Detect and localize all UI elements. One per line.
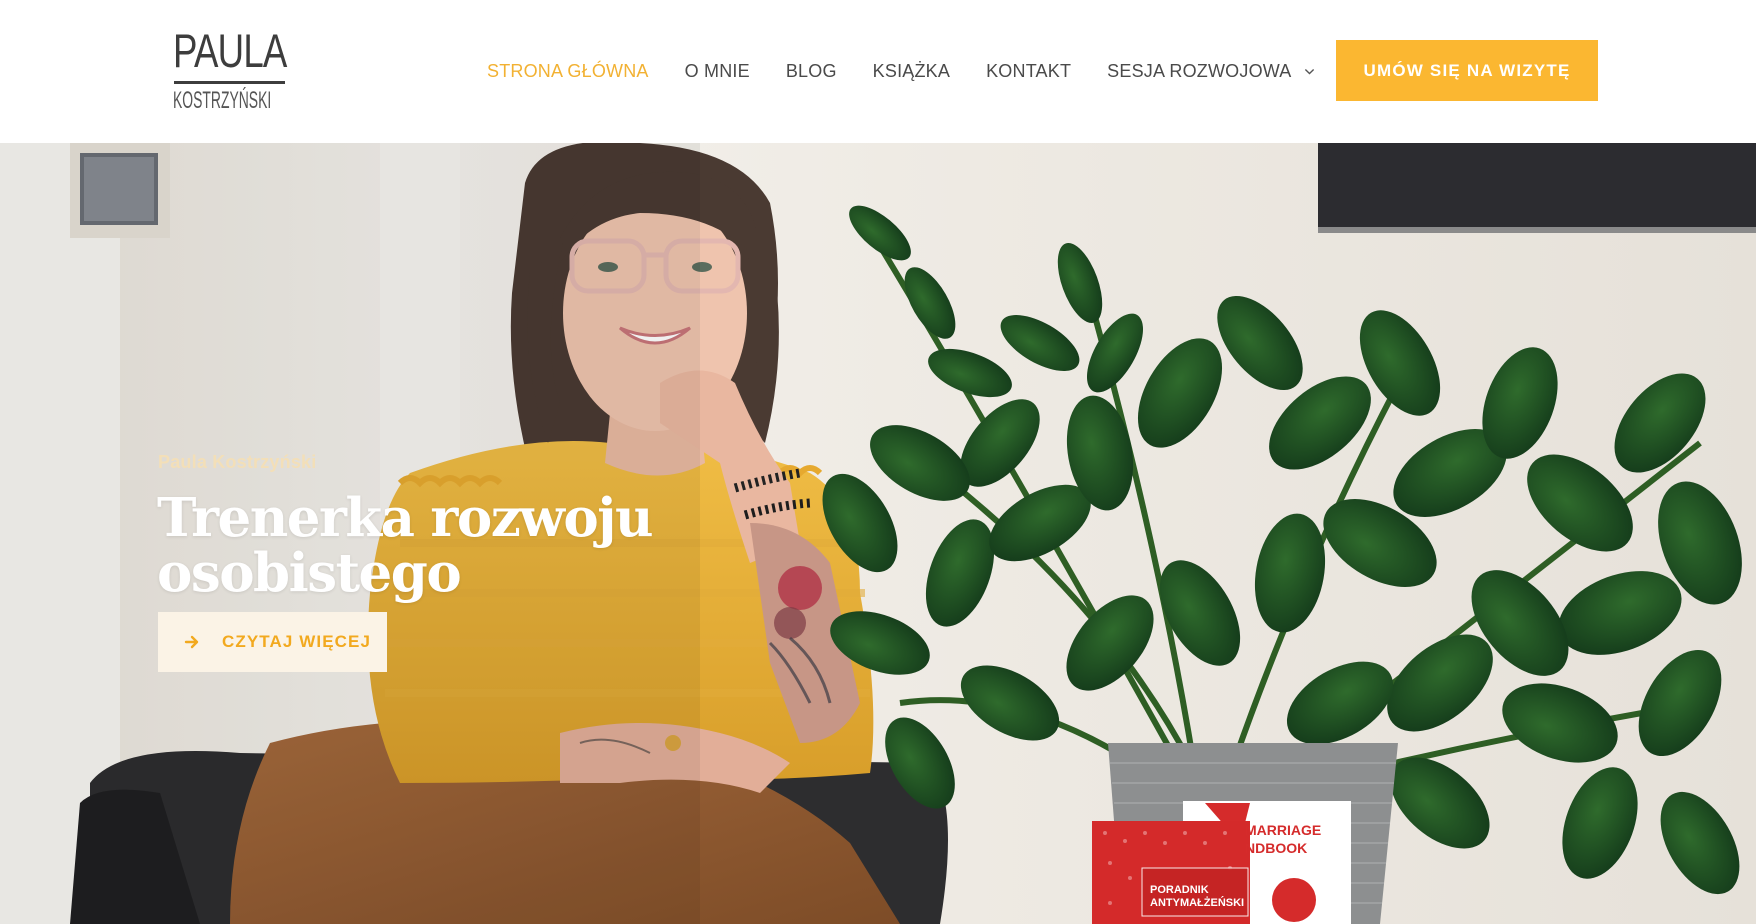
site-logo[interactable]: PAULA KOSTRZYŃSKI [173, 24, 287, 116]
nav-item-home[interactable]: STRONA GŁÓWNA [487, 61, 649, 82]
main-nav: STRONA GŁÓWNA O MNIE BLOG KSIĄŻKA KONTAK… [487, 57, 1351, 85]
nav-item-book[interactable]: KSIĄŻKA [873, 61, 950, 82]
hero-eyebrow: Paula Kostrzyński [158, 452, 317, 472]
nav-item-session[interactable]: SESJA ROZWOJOWA [1107, 61, 1314, 82]
logo-name: PAULA [173, 24, 287, 77]
nav-item-about[interactable]: O MNIE [685, 61, 750, 82]
chevron-down-icon [1304, 68, 1314, 74]
hero-title-line-2: osobistego [157, 542, 462, 604]
hero-title: Trenerka rozwoju osobistego [157, 491, 717, 601]
arrow-right-icon [184, 635, 199, 649]
logo-surname: KOSTRZYŃSKI [173, 87, 272, 114]
hero-title-line-1: Trenerka rozwoju [157, 487, 653, 549]
hero-section: PORADNIK ANTYMAŁŻEŃSKI MARRIAGE NDBOOK P… [0, 143, 1756, 924]
site-header: PAULA KOSTRZYŃSKI STRONA GŁÓWNA O MNIE B… [0, 0, 1756, 143]
nav-item-blog[interactable]: BLOG [786, 61, 837, 82]
nav-item-contact[interactable]: KONTAKT [986, 61, 1071, 82]
nav-item-session-label: SESJA ROZWOJOWA [1107, 60, 1292, 81]
read-more-label: CZYTAJ WIĘCEJ [222, 632, 372, 651]
logo-divider [174, 81, 285, 84]
book-appointment-button[interactable]: UMÓW SIĘ NA WIZYTĘ [1336, 40, 1598, 101]
read-more-button[interactable]: CZYTAJ WIĘCEJ [158, 612, 387, 672]
